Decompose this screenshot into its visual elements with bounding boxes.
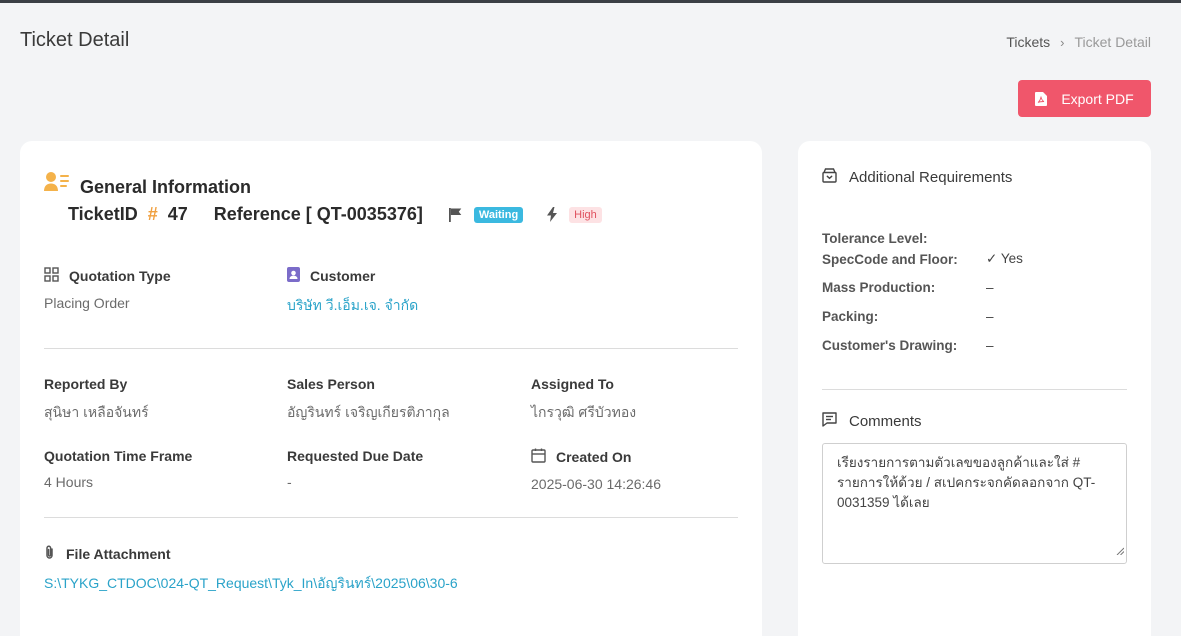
export-pdf-label: Export PDF — [1061, 90, 1134, 107]
additional-requirements-title: Additional Requirements — [849, 169, 1013, 186]
reported-by-field: Reported By สุนิษา เหลือจันทร์ — [44, 376, 149, 424]
priority-badge: High — [569, 206, 602, 223]
comment-icon — [822, 412, 837, 431]
created-on-value: 2025-06-30 14:26:46 — [531, 476, 661, 492]
sales-person-value: อัญรินทร์ เจริญเกียรติภากุล — [287, 404, 450, 420]
general-information-title: General Information — [80, 177, 252, 197]
ticket-id-value: 47 — [167, 204, 188, 224]
comments-header: Comments — [822, 412, 922, 431]
general-information-card: General Information TicketID # 47 Refere… — [20, 141, 762, 636]
comments-textarea[interactable]: เรียงรายการตามตัวเลขของลูกค้าและใส่ # รา… — [822, 443, 1127, 564]
reference-value: Reference [ QT-0035376] — [213, 204, 423, 224]
requirement-row: SpecCode and Floor: ✓ Yes — [822, 245, 1023, 273]
breadcrumb-current: Ticket Detail — [1074, 34, 1151, 50]
time-frame-value: 4 Hours — [44, 474, 94, 490]
assigned-to-label: Assigned To — [531, 376, 614, 392]
file-attachment-field: File Attachment S:\TYKG_CTDOC\024-QT_Req… — [44, 545, 458, 595]
pdf-file-icon — [1035, 91, 1048, 106]
requirement-row: Packing: – — [822, 302, 1023, 331]
requirement-row: Customer's Drawing: – — [822, 331, 1023, 360]
customer-link[interactable]: บริษัท วี.เอ็ม.เจ. จำกัด — [287, 295, 418, 317]
due-date-label: Requested Due Date — [287, 448, 424, 464]
time-frame-label: Quotation Time Frame — [44, 448, 193, 464]
section-divider — [822, 389, 1127, 390]
additional-requirements-card: Additional Requirements Tolerance Level:… — [798, 141, 1151, 636]
resize-grip-icon[interactable] — [1116, 541, 1125, 561]
comments-text: เรียงรายการตามตัวเลขของลูกค้าและใส่ # รา… — [837, 455, 1096, 510]
quotation-type-value: Placing Order — [44, 295, 130, 311]
requirement-row: Mass Production: – — [822, 273, 1023, 302]
requirement-value: ✓ Yes — [986, 251, 1023, 266]
file-attachment-label: File Attachment — [66, 546, 171, 562]
due-date-value: - — [287, 474, 292, 490]
flag-icon — [448, 207, 462, 222]
requirement-value: – — [986, 280, 994, 295]
time-frame-field: Quotation Time Frame 4 Hours — [44, 448, 192, 490]
requirement-label: SpecCode and Floor: — [822, 251, 958, 267]
paperclip-icon — [44, 545, 56, 563]
calendar-icon — [531, 448, 546, 466]
requirement-label: Customer's Drawing: — [822, 338, 958, 353]
section-divider — [44, 517, 738, 518]
assigned-to-field: Assigned To ไกรวุฒิ ศรีบัวทอง — [531, 376, 636, 424]
requirement-label: Packing: — [822, 309, 879, 324]
user-card-icon — [44, 171, 70, 198]
created-on-field: Created On 2025-06-30 14:26:46 — [531, 448, 661, 492]
comments-title: Comments — [849, 413, 922, 430]
assigned-to-value: ไกรวุฒิ ศรีบัวทอง — [531, 404, 637, 420]
quotation-type-label: Quotation Type — [69, 268, 171, 284]
file-attachment-link[interactable]: S:\TYKG_CTDOC\024-QT_Request\Tyk_In\อัญร… — [44, 573, 458, 595]
export-pdf-button[interactable]: Export PDF — [1018, 80, 1151, 117]
requirement-label: Tolerance Level: — [822, 230, 928, 246]
requirements-list: Tolerance Level: SpecCode and Floor: ✓ Y… — [822, 231, 1023, 360]
reported-by-value: สุนิษา เหลือจันทร์ — [44, 404, 149, 420]
quotation-type-field: Quotation Type Placing Order — [44, 267, 171, 311]
requirement-value: – — [986, 309, 994, 324]
sales-person-field: Sales Person อัญรินทร์ เจริญเกียรติภากุล — [287, 376, 450, 424]
customer-label: Customer — [310, 268, 376, 284]
hash-symbol: # — [147, 204, 158, 224]
customer-field: Customer บริษัท วี.เอ็ม.เจ. จำกัด — [287, 267, 418, 317]
due-date-field: Requested Due Date - — [287, 448, 423, 490]
sales-person-label: Sales Person — [287, 376, 375, 392]
grid-icon — [44, 267, 59, 285]
additional-requirements-header: Additional Requirements — [822, 168, 1012, 187]
requirement-value: – — [986, 338, 994, 353]
breadcrumb-separator: › — [1060, 34, 1065, 50]
page-title: Ticket Detail — [20, 29, 130, 51]
contact-card-icon — [287, 267, 300, 285]
ticket-summary-row: TicketID # 47 Reference [ QT-0035376] Wa… — [68, 204, 602, 225]
status-badge: Waiting — [473, 206, 524, 223]
section-divider — [44, 348, 738, 349]
created-on-label: Created On — [556, 449, 632, 465]
box-icon — [822, 168, 837, 187]
requirement-label: Mass Production: — [822, 280, 936, 295]
breadcrumb-tickets-link[interactable]: Tickets — [1006, 34, 1050, 50]
ticket-id-label: TicketID — [68, 204, 138, 224]
requirement-row: Tolerance Level: — [822, 230, 1023, 246]
reported-by-label: Reported By — [44, 376, 128, 392]
breadcrumb: Tickets › Ticket Detail — [1006, 34, 1151, 50]
lightning-icon — [547, 207, 558, 222]
